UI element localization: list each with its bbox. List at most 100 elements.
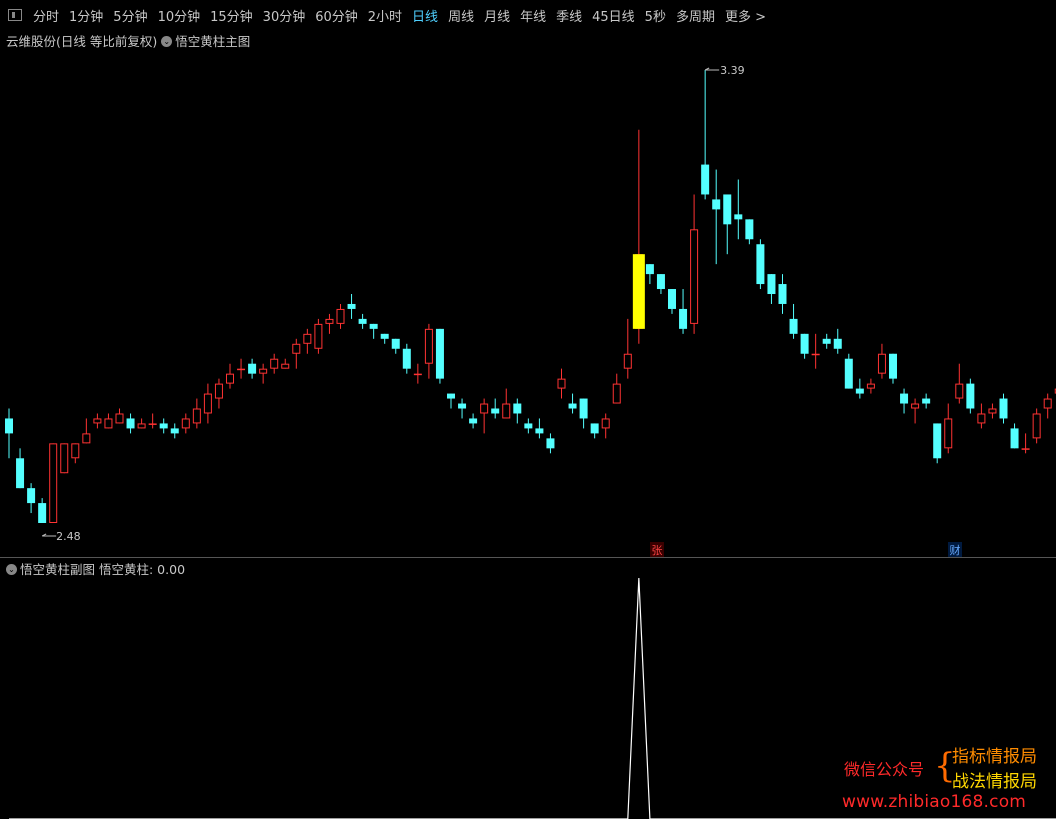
candle: [502, 388, 511, 419]
candle-body: [966, 383, 975, 409]
candle: [137, 418, 146, 429]
candle-body: [71, 443, 80, 459]
candle-body: [502, 403, 511, 419]
watermark-label: 微信公众号: [844, 760, 925, 779]
candle: [148, 413, 157, 429]
candle: [5, 408, 13, 459]
candle-body: [192, 408, 201, 424]
candle: [955, 363, 964, 404]
candle: [889, 353, 897, 384]
candle: [999, 393, 1008, 424]
candle: [270, 353, 279, 374]
candle-body: [767, 274, 776, 295]
candle-body: [104, 418, 113, 429]
candle: [325, 313, 334, 334]
candle-body: [82, 433, 91, 444]
candle-body: [1010, 428, 1019, 449]
candle: [679, 289, 688, 334]
candle: [877, 343, 886, 379]
candle-body: [49, 443, 58, 524]
candle: [612, 373, 621, 404]
candle-body: [5, 418, 13, 434]
candle-body: [1021, 448, 1030, 450]
candle-body: [159, 423, 168, 429]
candle: [833, 328, 842, 354]
candle: [568, 393, 577, 414]
candle-body: [579, 398, 588, 419]
candle: [16, 448, 25, 489]
candle-body: [988, 408, 997, 414]
candle: [866, 378, 875, 394]
candle-body: [170, 428, 179, 434]
zhang-marker[interactable]: 张: [652, 544, 663, 557]
candle: [369, 323, 378, 339]
candle-body: [944, 418, 953, 449]
candle-body: [756, 244, 765, 285]
candle-body: [126, 418, 135, 429]
chart-area[interactable]: 3.39 2.48 张 财: [0, 0, 1056, 819]
candle-body: [656, 274, 665, 290]
candle: [226, 363, 234, 389]
watermark: 微信公众号 { 指标情报局 战法情报局 www.zhibiao168.com: [840, 742, 1052, 818]
candle-body: [645, 264, 654, 275]
candle-body: [369, 323, 378, 329]
candle: [789, 303, 798, 339]
candle: [767, 274, 776, 304]
candle-body: [115, 413, 124, 424]
candle-body: [977, 413, 986, 424]
candle: [60, 443, 69, 474]
candle-body: [778, 284, 787, 304]
candle-body: [413, 373, 422, 376]
candle: [38, 498, 47, 523]
candle-body: [491, 408, 500, 414]
candle: [336, 303, 345, 329]
candle-body: [900, 393, 909, 404]
candle-body: [336, 308, 345, 324]
candle-body: [1032, 413, 1041, 439]
candle-body: [800, 333, 809, 354]
candlestick-series: [5, 70, 1056, 524]
candle-body: [270, 358, 279, 369]
low-arrow: [41, 533, 57, 537]
candle-body: [546, 438, 555, 449]
candle-body: [734, 214, 743, 220]
candle: [1010, 423, 1019, 449]
candle-body: [447, 393, 455, 399]
candle: [590, 423, 599, 439]
candle-body: [314, 323, 323, 349]
candle-body: [391, 338, 400, 349]
candle: [557, 368, 566, 399]
candle-body: [458, 403, 467, 409]
candle: [491, 398, 500, 419]
candle-body: [811, 353, 820, 356]
candle: [977, 403, 986, 429]
candle-body: [292, 343, 301, 354]
candle-body: [93, 418, 102, 424]
candle: [811, 333, 820, 369]
candle: [192, 398, 201, 429]
candle-body: [203, 393, 212, 414]
low-price-label: 2.48: [56, 530, 81, 543]
candle-body: [889, 353, 897, 379]
high-arrow: [704, 67, 720, 71]
candle: [822, 333, 831, 349]
candle: [203, 383, 212, 424]
candle: [988, 403, 997, 419]
candle-body: [712, 199, 721, 210]
candle-body: [866, 383, 875, 389]
candle: [303, 328, 312, 354]
candle-body: [723, 194, 732, 225]
candle-body: [402, 348, 411, 369]
candle: [413, 363, 422, 384]
candle-body: [347, 303, 356, 309]
candle: [292, 338, 301, 369]
candle: [380, 333, 389, 344]
candle: [1032, 408, 1041, 444]
cai-marker[interactable]: 财: [950, 543, 961, 557]
candle: [391, 338, 400, 354]
candle: [115, 408, 124, 424]
candle: [424, 323, 433, 379]
candle: [701, 70, 710, 200]
candle-body: [877, 353, 886, 374]
candle: [214, 378, 223, 409]
